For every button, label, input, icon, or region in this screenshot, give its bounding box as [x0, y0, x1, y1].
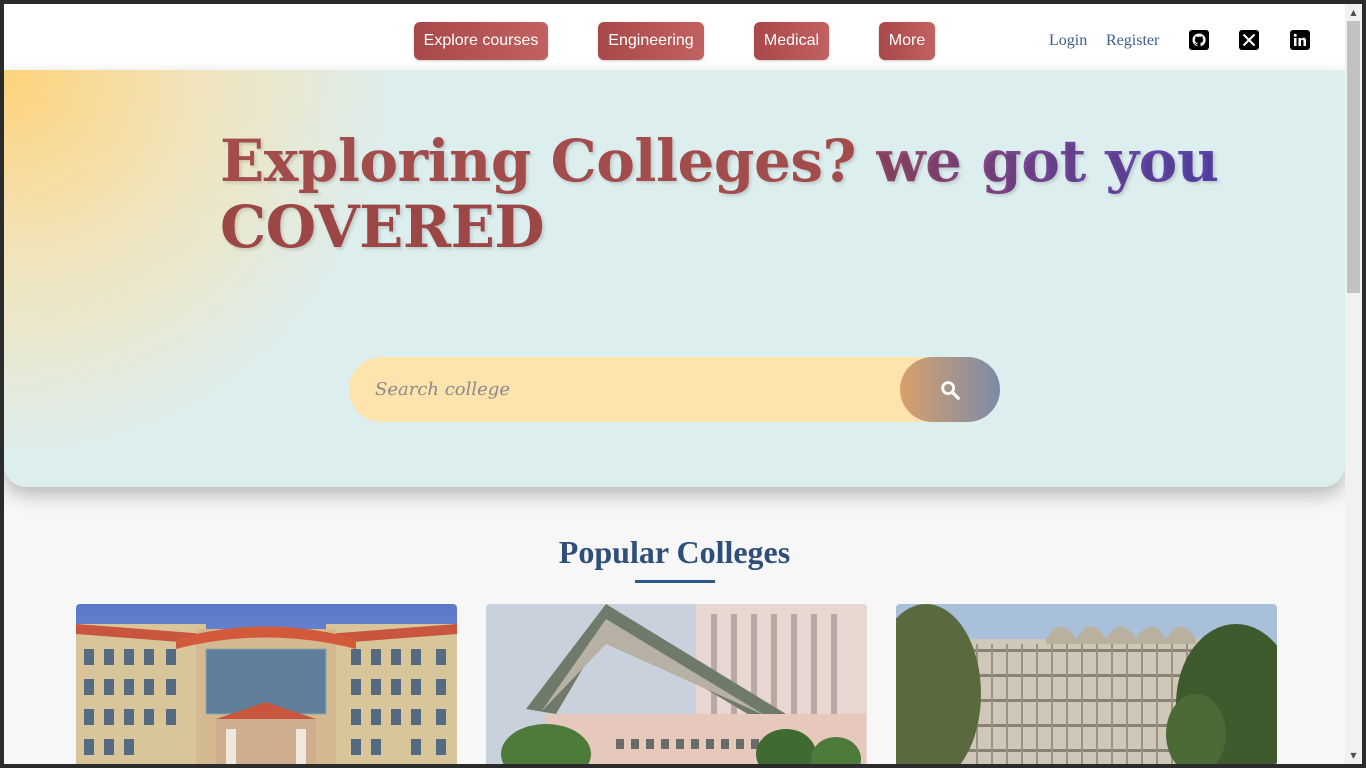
hero-title-part3: COVERED	[220, 193, 545, 261]
hero-title-part2: we got you	[875, 127, 1219, 195]
search-icon	[941, 380, 960, 400]
nav-engineering-button[interactable]: Engineering	[598, 22, 704, 60]
hero-title-part1: Exploring Colleges?	[220, 127, 856, 195]
nav-more-button[interactable]: More	[879, 22, 935, 60]
search-bar	[349, 357, 1000, 422]
search-input[interactable]	[375, 357, 895, 422]
college-building-photo-1	[76, 604, 457, 764]
nav-explore-courses-button[interactable]: Explore courses	[414, 22, 548, 60]
x-twitter-icon[interactable]	[1239, 30, 1259, 50]
hero-section: Exploring Colleges? we got you COVERED	[4, 70, 1345, 487]
hero-title: Exploring Colleges? we got you COVERED	[220, 128, 1220, 260]
scroll-down-arrow-icon[interactable]: ▼	[1345, 747, 1362, 764]
scrollbar-thumb[interactable]	[1347, 21, 1360, 293]
popular-colleges-heading: Popular Colleges	[558, 534, 791, 570]
top-navbar: Explore courses Engineering Medical More…	[4, 4, 1345, 70]
college-card-3[interactable]	[896, 604, 1277, 764]
search-button[interactable]	[900, 357, 1000, 422]
vertical-scrollbar[interactable]: ▲ ▼	[1345, 4, 1362, 764]
login-link[interactable]: Login	[1049, 32, 1087, 50]
github-icon[interactable]	[1189, 30, 1209, 50]
scroll-up-arrow-icon[interactable]: ▲	[1345, 4, 1362, 21]
college-card-2[interactable]	[486, 604, 867, 764]
college-building-photo-3	[896, 604, 1277, 764]
college-building-photo-2	[486, 604, 867, 764]
heading-underline	[635, 580, 715, 583]
college-card-1[interactable]	[76, 604, 457, 764]
browser-viewport: Explore courses Engineering Medical More…	[4, 4, 1345, 764]
nav-medical-button[interactable]: Medical	[754, 22, 829, 60]
register-link[interactable]: Register	[1106, 32, 1159, 50]
linkedin-icon[interactable]	[1290, 30, 1310, 50]
